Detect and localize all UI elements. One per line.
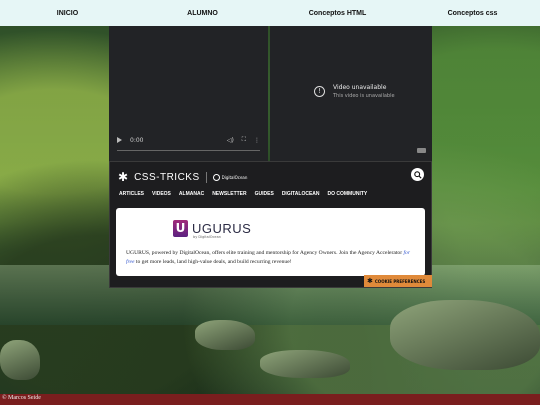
fullscreen-icon[interactable]: ⛶ <box>242 136 246 144</box>
ugurus-ad[interactable]: U UGURUS by DigitalOcean UGURUS, powered… <box>116 208 425 276</box>
video-player[interactable]: 0:00 ◁) ⛶ ⋮ <box>109 26 268 161</box>
search-icon <box>413 170 422 179</box>
more-options-icon[interactable]: ⋮ <box>254 137 260 144</box>
cookie-icon: ✱ <box>367 277 373 285</box>
video-unavailable-title: Video unavailable <box>333 84 387 91</box>
footer: © Marcos Seide <box>0 394 540 405</box>
csstricks-header: ✱ CSS-TRICKS DigitalOcean <box>118 171 247 183</box>
background-rock <box>195 320 255 350</box>
divider <box>205 171 207 183</box>
ad-text-after: to get more leads, land high-value deals… <box>134 259 292 265</box>
digitalocean-badge[interactable]: DigitalOcean <box>212 173 248 181</box>
background-rock <box>0 340 40 380</box>
ugurus-brand: UGURUS <box>192 221 252 236</box>
csstricks-nav-do-community[interactable]: DO COMMUNITY <box>328 191 368 197</box>
csstricks-nav-guides[interactable]: GUIDES <box>255 191 274 197</box>
video-unavailable-message: ! Video unavailable This video is unavai… <box>314 84 395 99</box>
youtube-embed[interactable]: ! Video unavailable This video is unavai… <box>270 26 432 161</box>
ugurus-by-label: by DigitalOcean <box>193 235 221 239</box>
ugurus-logo-mark: U <box>173 220 188 237</box>
csstricks-nav-almanac[interactable]: ALMANAC <box>179 191 204 197</box>
star-icon: ✱ <box>118 170 129 184</box>
video-time: 0:00 <box>130 136 144 144</box>
footer-credit: © Marcos Seide <box>2 395 41 401</box>
csstricks-nav-articles[interactable]: ARTICLES <box>119 191 144 197</box>
digitalocean-icon <box>212 173 220 181</box>
volume-icon[interactable]: ◁) <box>227 137 234 144</box>
top-navigation: INICIO ALUMNO Conceptos HTML Conceptos c… <box>0 0 540 26</box>
nav-item-conceptos-html[interactable]: Conceptos HTML <box>270 0 405 26</box>
digitalocean-label: DigitalOcean <box>221 174 248 180</box>
csstricks-nav-digitalocean[interactable]: DIGITALOCEAN <box>282 191 320 197</box>
play-icon[interactable] <box>117 137 122 143</box>
csstricks-nav-videos[interactable]: VIDEOS <box>152 191 171 197</box>
cookie-preferences-button[interactable]: ✱ COOKIE PREFERENCES <box>364 275 432 287</box>
nav-item-alumno[interactable]: ALUMNO <box>135 0 270 26</box>
nav-item-inicio[interactable]: INICIO <box>0 0 135 26</box>
csstricks-nav-newsletter[interactable]: NEWSLETTER <box>212 191 246 197</box>
background-rock <box>260 350 350 378</box>
csstricks-embed: ✱ CSS-TRICKS DigitalOcean ARTICLES VIDEO… <box>109 161 432 288</box>
csstricks-logo[interactable]: CSS-TRICKS <box>134 172 200 183</box>
cookie-preferences-label: COOKIE PREFERENCES <box>374 278 426 284</box>
video-unavailable-subtitle: This video is unavailable <box>333 93 395 99</box>
video-controls: 0:00 ◁) ⛶ ⋮ <box>117 135 260 145</box>
ad-description: UGURUS, powered by DigitalOcean, offers … <box>126 249 418 267</box>
video-progress-bar[interactable] <box>117 150 260 151</box>
ad-text-before: UGURUS, powered by DigitalOcean, offers … <box>126 250 404 256</box>
nav-item-conceptos-css[interactable]: Conceptos css <box>405 0 540 26</box>
search-button[interactable] <box>411 168 424 181</box>
csstricks-nav: ARTICLES VIDEOS ALMANAC NEWSLETTER GUIDE… <box>119 191 367 197</box>
youtube-icon[interactable] <box>417 148 426 153</box>
alert-icon: ! <box>314 86 325 97</box>
background-rock <box>390 300 540 370</box>
